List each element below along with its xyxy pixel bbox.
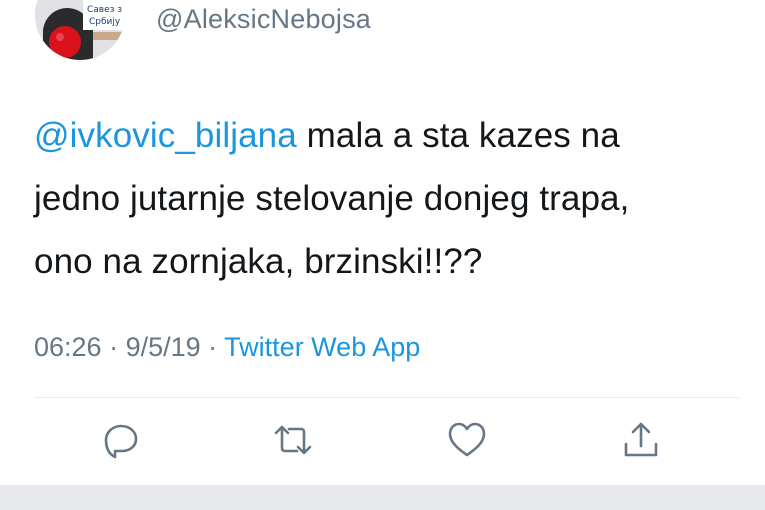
svg-text:Србију: Србију: [89, 17, 121, 27]
avatar[interactable]: Савез з Србију: [35, 0, 125, 60]
tweet-time[interactable]: 06:26: [34, 332, 102, 362]
share-button[interactable]: [619, 418, 663, 462]
mention-link[interactable]: @ivkovic_biljana: [34, 116, 297, 155]
tweet-line-1: @ivkovic_biljana mala a sta kazes na: [34, 104, 754, 167]
tweet-source-link[interactable]: Twitter Web App: [224, 332, 420, 362]
tweet-text: @ivkovic_biljana mala a sta kazes na jed…: [34, 104, 754, 293]
divider: [34, 397, 740, 398]
tweet-line-1-text: mala a sta kazes na: [296, 116, 620, 155]
retweet-icon: [274, 425, 312, 455]
tweet-view: Савез з Србију @AleksicNebojsa @ivkovic_…: [0, 0, 765, 510]
meta-separator: ·: [101, 332, 126, 362]
reply-button[interactable]: [99, 418, 143, 462]
tweet-line-2: jedno jutarnje stelovanje donjeg trapa,: [34, 179, 630, 218]
retweet-button[interactable]: [271, 418, 315, 462]
author-handle[interactable]: @AleksicNebojsa: [156, 4, 371, 35]
reply-icon: [104, 424, 138, 459]
like-button[interactable]: [445, 418, 489, 462]
tweet-line-3: ono na zornjaka, brzinski!!??: [34, 242, 483, 281]
bottom-band: [0, 485, 765, 510]
tweet-date[interactable]: 9/5/19: [126, 332, 201, 362]
tweet-metadata: 06:26 · 9/5/19 · Twitter Web App: [34, 332, 420, 363]
svg-text:Савез з: Савез з: [87, 5, 122, 15]
like-icon: [448, 422, 486, 457]
meta-separator: ·: [200, 332, 225, 362]
action-bar: [0, 418, 765, 468]
share-icon: [624, 422, 658, 457]
